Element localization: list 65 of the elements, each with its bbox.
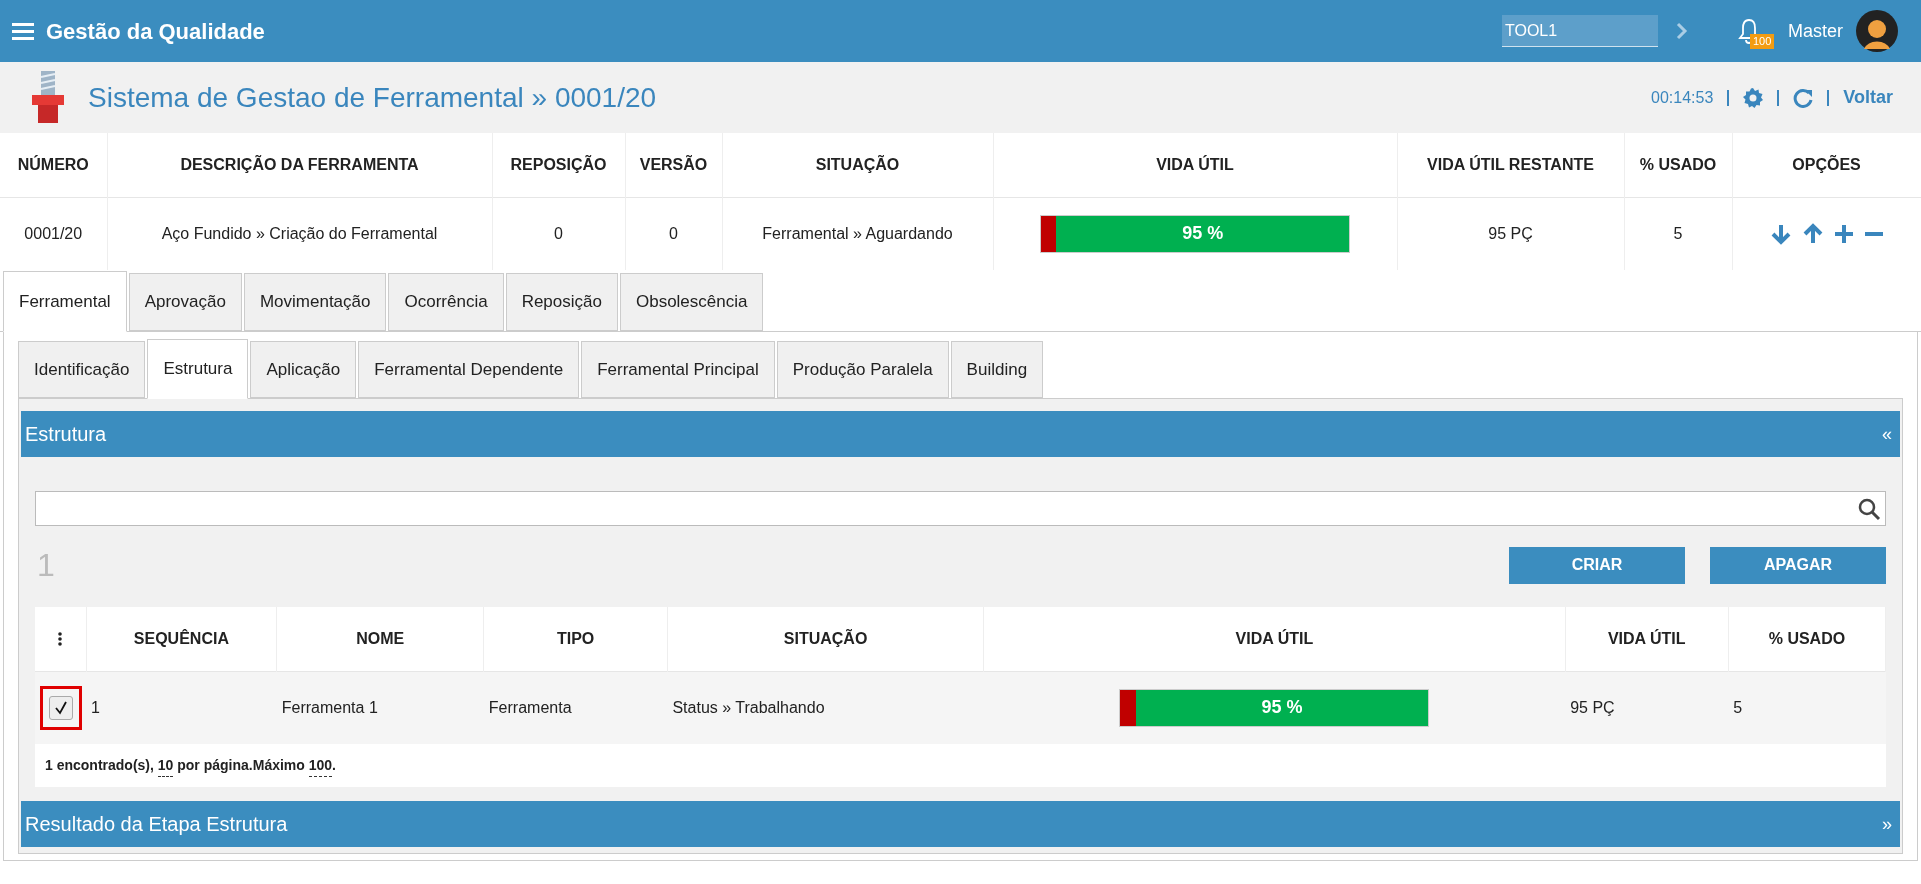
kebab-menu-icon[interactable] <box>58 631 63 646</box>
menu-icon[interactable] <box>12 22 34 40</box>
refresh-icon[interactable] <box>1793 87 1814 108</box>
tab[interactable]: Obsolescência <box>619 273 764 331</box>
tab[interactable]: Identificação <box>18 341 146 398</box>
page-size-link[interactable]: 10 <box>157 754 174 777</box>
table-cell: Ferramenta 1 <box>281 698 378 716</box>
table-cell: 95 PÇ <box>1488 224 1533 242</box>
column-header: SITUAÇÃO <box>722 133 993 197</box>
life-bar-fill: 95 % <box>1056 215 1349 252</box>
table-cell: Ferramenta <box>488 698 572 716</box>
arrow-down-icon[interactable] <box>1769 222 1792 245</box>
table-cell: 5 <box>1733 698 1743 716</box>
notification-badge: 100 <box>1750 34 1775 49</box>
tab[interactable]: Movimentação <box>243 273 387 331</box>
search-icon[interactable] <box>1857 496 1881 521</box>
app-title: Gestão da Qualidade <box>46 17 265 46</box>
table-cell: 95 PÇ <box>1570 698 1615 716</box>
checkbox[interactable] <box>48 695 73 720</box>
column-header: REPOSIÇÃO <box>492 133 625 197</box>
settings-icon[interactable] <box>1743 87 1764 108</box>
tab[interactable]: Estrutura <box>147 339 249 399</box>
table-cell: 0 <box>669 224 678 242</box>
column-header: OPÇÕES <box>1732 133 1921 197</box>
collapse-toggle[interactable]: « <box>1882 420 1896 448</box>
table-cell: 1 <box>91 698 100 716</box>
check-icon <box>53 700 68 715</box>
tab[interactable]: Ferramental Dependente <box>358 341 580 398</box>
column-header: VERSÃO <box>625 133 722 197</box>
tab[interactable]: Ferramental <box>3 271 127 332</box>
tab[interactable]: Produção Paralela <box>776 341 949 398</box>
pagination-text: 1 encontrado(s), 10 por página.Máximo 100. <box>35 744 1886 787</box>
expand-toggle[interactable]: » <box>1882 810 1896 838</box>
panel-header[interactable]: Estrutura « <box>21 411 1900 457</box>
avatar-icon[interactable] <box>1855 9 1899 53</box>
tab[interactable]: Aplicação <box>250 341 357 398</box>
panel-title: Estrutura <box>25 422 107 447</box>
tab[interactable]: Ocorrência <box>388 273 504 331</box>
column-header: % USADO <box>1624 133 1732 197</box>
column-header: NÚMERO <box>0 133 107 197</box>
search-field[interactable] <box>35 491 1886 526</box>
table-cell: 0001/20 <box>24 224 83 242</box>
life-bar-fill: 95 % <box>1135 689 1429 726</box>
table-cell: 5 <box>1673 224 1683 242</box>
panel-header[interactable]: Resultado da Etapa Estrutura » <box>21 801 1900 847</box>
tab[interactable]: Aprovação <box>128 273 242 331</box>
page-title: Sistema de Gestao de Ferramental » 0001/20 <box>88 80 657 115</box>
table-cell: Ferramental » Aguardando <box>762 224 953 242</box>
table-cell: 0 <box>554 224 563 242</box>
action-button[interactable]: CRIAR <box>1509 546 1685 584</box>
table-cell: Status » Trabalhando <box>672 698 825 716</box>
column-header: DESCRIÇÃO DA FERRAMENTA <box>107 133 492 197</box>
column-header: VIDA ÚTIL RESTANTE <box>1397 133 1624 197</box>
tab[interactable]: Reposição <box>505 273 618 331</box>
action-button[interactable]: APAGAR <box>1710 546 1886 584</box>
column-header: VIDA ÚTIL <box>993 133 1397 197</box>
plus-icon[interactable] <box>1833 223 1854 244</box>
user-name: Master <box>1788 19 1843 43</box>
arrow-up-icon[interactable] <box>1801 222 1824 245</box>
table-cell: Aço Fundido » Criação do Ferramental <box>161 224 438 242</box>
tab[interactable]: Building <box>950 341 1044 398</box>
tab[interactable]: Ferramental Principal <box>581 341 775 398</box>
chevron-right-icon[interactable] <box>1676 22 1688 40</box>
timer: 00:14:53 <box>1651 87 1714 108</box>
panel-title: Resultado da Etapa Estrutura <box>25 812 288 837</box>
